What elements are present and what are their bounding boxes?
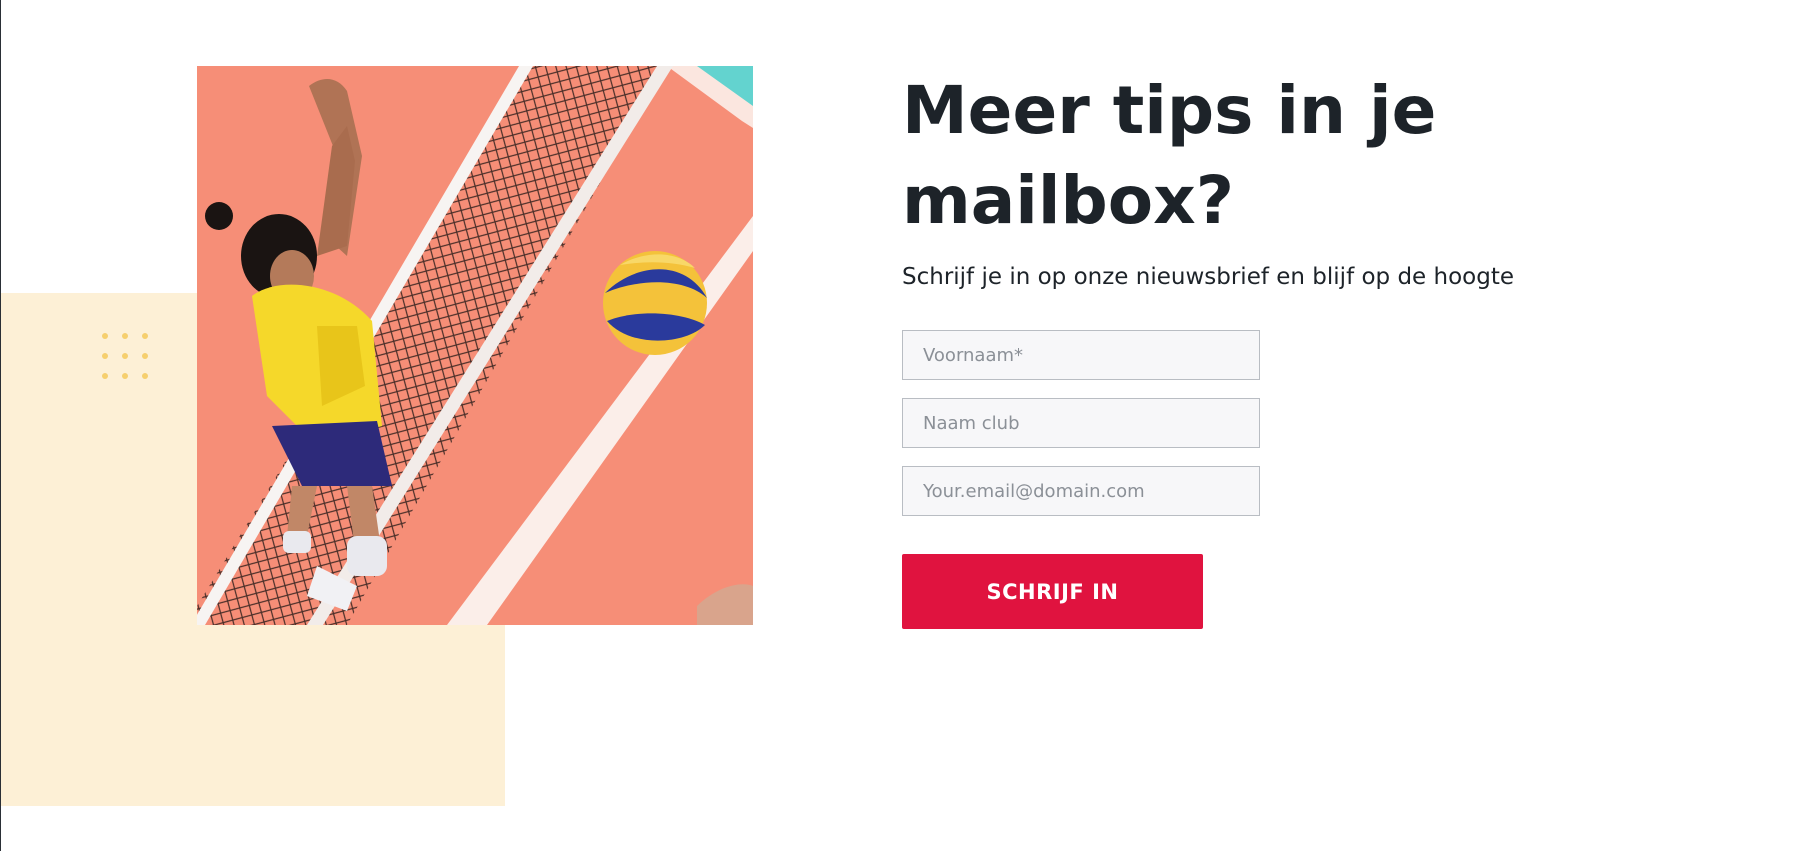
newsletter-title: Meer tips in je mailbox? xyxy=(902,72,1437,239)
club-name-input[interactable] xyxy=(902,398,1260,448)
subscribe-button[interactable]: SCHRIJF IN xyxy=(902,554,1203,629)
email-input[interactable] xyxy=(902,466,1260,516)
newsletter-section: Meer tips in je mailbox? Schrijf je in o… xyxy=(0,0,1800,851)
first-name-input[interactable] xyxy=(902,330,1260,380)
newsletter-content: Meer tips in je mailbox? Schrijf je in o… xyxy=(902,66,1662,629)
newsletter-subtitle: Schrijf je in op onze nieuwsbrief en bli… xyxy=(902,264,1515,290)
newsletter-form: SCHRIJF IN xyxy=(902,330,1260,629)
decorative-dots-icon xyxy=(102,333,148,379)
volleyball-player-photo xyxy=(197,66,753,625)
